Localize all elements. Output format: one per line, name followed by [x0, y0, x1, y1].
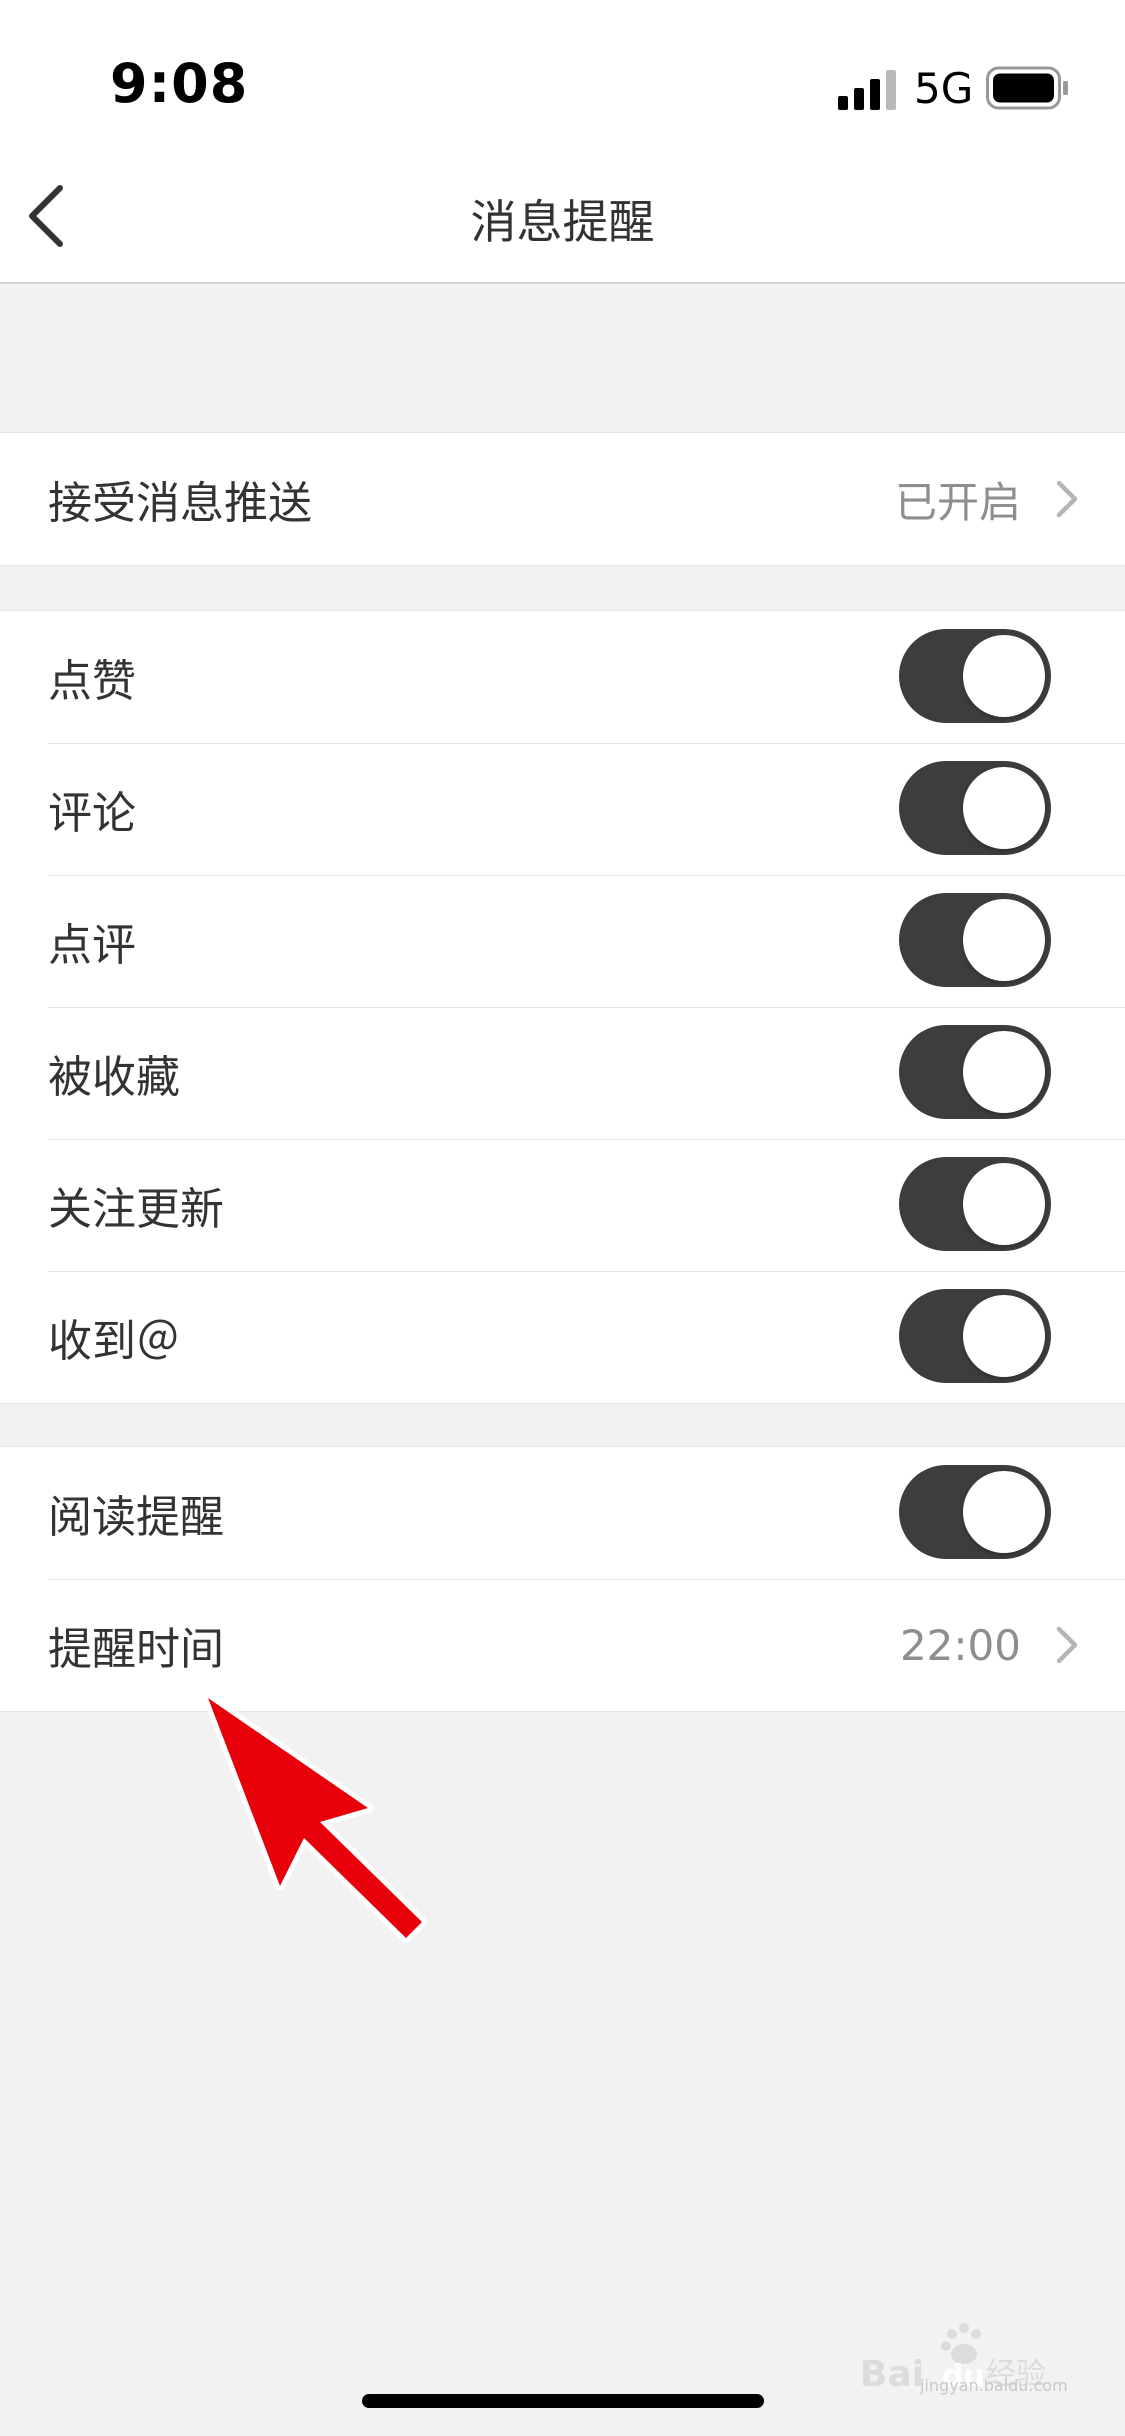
chevron-right-icon: [1056, 1626, 1078, 1664]
toggle-label-review: 点评: [48, 920, 136, 971]
battery-icon: [986, 66, 1068, 110]
toggle-label-comment: 评论: [48, 788, 136, 839]
toggle-row-like: 点赞: [0, 611, 1125, 743]
toggle-label-mention: 收到＠: [48, 1316, 180, 1367]
like-toggle[interactable]: [899, 629, 1051, 723]
comment-toggle[interactable]: [899, 761, 1051, 855]
toggle-knob: [963, 1163, 1045, 1245]
favorited-toggle[interactable]: [899, 1025, 1051, 1119]
toggle-row-follow-updates: 关注更新: [0, 1139, 1125, 1271]
page-title: 消息提醒: [470, 195, 655, 249]
toggle-knob: [963, 1471, 1045, 1553]
reading-section: 阅读提醒 提醒时间 22:00: [0, 1446, 1125, 1712]
push-section: 接受消息推送 已开启: [0, 432, 1125, 566]
svg-text:Bai: Bai: [860, 2354, 924, 2395]
toggle-knob: [963, 767, 1045, 849]
review-toggle[interactable]: [899, 893, 1051, 987]
toggle-knob: [963, 1295, 1045, 1377]
network-type: 5G: [914, 64, 974, 113]
toggle-row-review: 点评: [0, 875, 1125, 1007]
status-bar: 9:08 5G: [0, 0, 1125, 140]
nav-bar: 消息提醒: [0, 140, 1125, 284]
toggle-label-favorited: 被收藏: [48, 1052, 180, 1103]
toggle-row-reading-reminder: 阅读提醒: [0, 1447, 1125, 1579]
notification-section: 点赞 评论 点评 被收藏 关注更新 收到＠: [0, 610, 1125, 1404]
home-indicator[interactable]: [362, 2394, 764, 2408]
status-time: 9:08: [110, 52, 249, 115]
toggle-knob: [963, 899, 1045, 981]
push-setting-label: 接受消息推送: [48, 478, 312, 529]
toggle-label-follow-updates: 关注更新: [48, 1184, 224, 1235]
push-setting-value: 已开启: [894, 477, 1021, 527]
mention-toggle[interactable]: [899, 1289, 1051, 1383]
reminder-time-value: 22:00: [899, 1620, 1021, 1670]
toggle-label-like: 点赞: [48, 656, 136, 707]
watermark-url: jingyan.baidu.com: [920, 2376, 1068, 2395]
toggle-knob: [963, 1031, 1045, 1113]
reminder-time-row[interactable]: 提醒时间 22:00: [0, 1579, 1125, 1711]
reminder-time-label: 提醒时间: [48, 1624, 224, 1675]
toggle-knob: [963, 635, 1045, 717]
chevron-right-icon: [1056, 480, 1078, 518]
toggle-row-favorited: 被收藏: [0, 1007, 1125, 1139]
push-setting-row[interactable]: 接受消息推送 已开启: [0, 433, 1125, 565]
reading-reminder-toggle[interactable]: [899, 1465, 1051, 1559]
follow-updates-toggle[interactable]: [899, 1157, 1051, 1251]
toggle-row-comment: 评论: [0, 743, 1125, 875]
reading-reminder-label: 阅读提醒: [48, 1492, 224, 1543]
signal-icon: [838, 70, 896, 110]
annotation-arrow-icon: [203, 1693, 427, 1943]
toggle-row-mention: 收到＠: [0, 1271, 1125, 1403]
